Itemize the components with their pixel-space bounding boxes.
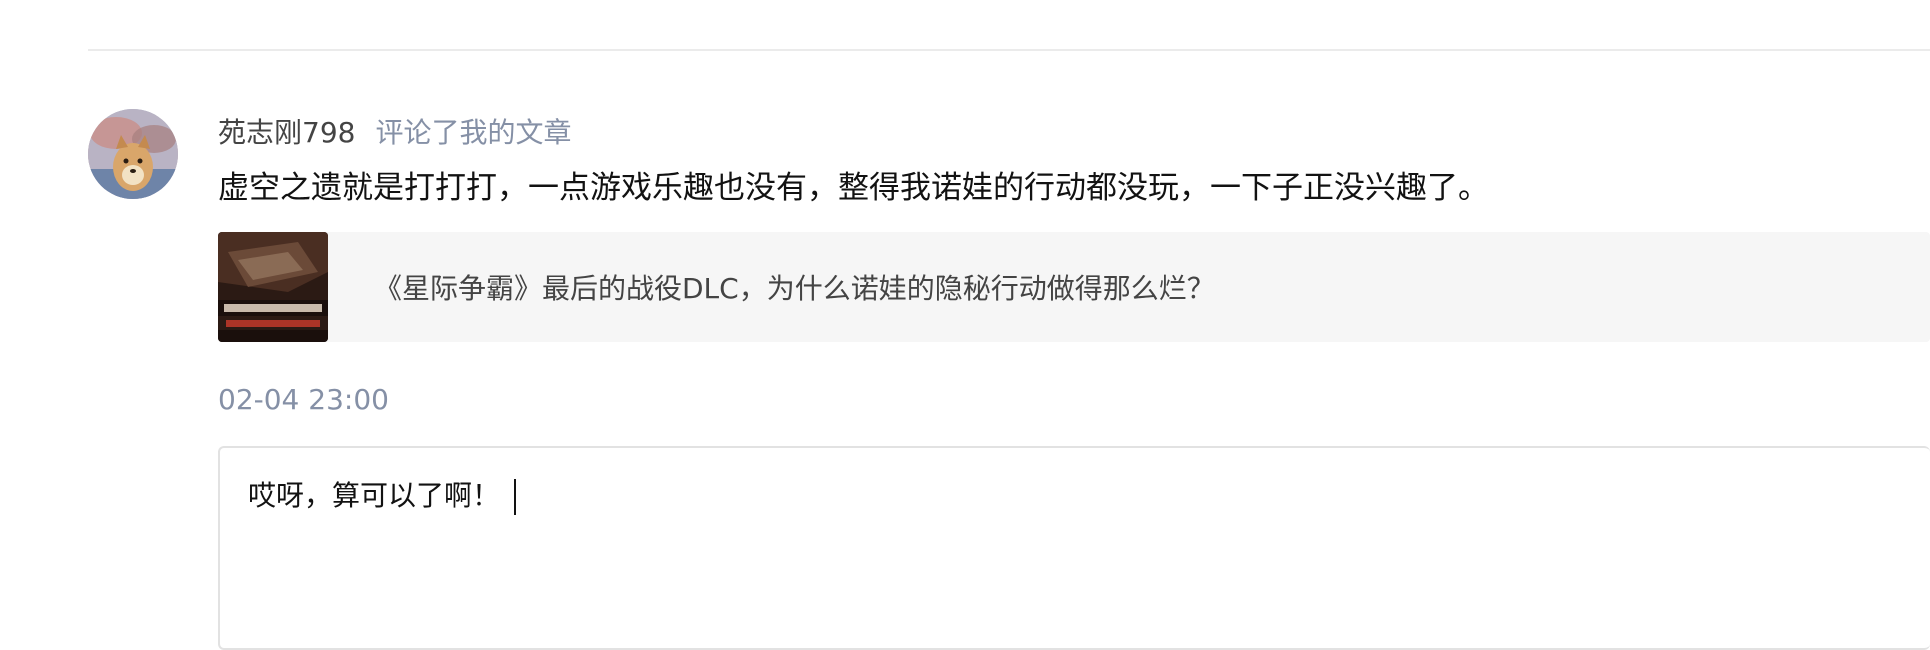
dog-avatar-icon [88,109,178,199]
comment-item: 苑志刚798 评论了我的文章 虚空之遗就是打打打，一点游戏乐趣也没有，整得我诺娃… [218,108,1930,650]
reply-input[interactable]: 哎呀，算可以了啊！ [218,446,1930,650]
comment-meta: 苑志刚798 评论了我的文章 [218,108,1930,154]
text-caret [514,479,517,515]
article-thumbnail-icon [218,232,328,342]
comment-body: 虚空之遗就是打打打，一点游戏乐趣也没有，整得我诺娃的行动都没玩，一下子正没兴趣了… [218,170,1489,206]
article-card[interactable]: 《星际争霸》最后的战役DLC，为什么诺娃的隐秘行动做得那么烂？ [218,232,1930,342]
comment-action-text: 评论了我的文章 [375,116,572,149]
top-divider [88,49,1930,51]
avatar[interactable] [88,109,178,199]
comment-timestamp: 02-04 23:00 [218,383,389,416]
username-link[interactable]: 苑志刚798 [218,111,355,151]
reply-input-text: 哎呀，算可以了啊！ [248,479,501,512]
reply-input-value: 哎呀，算可以了啊！ [248,474,517,515]
article-thumbnail [218,232,328,342]
article-title-link[interactable]: 《星际争霸》最后的战役DLC，为什么诺娃的隐秘行动做得那么烂？ [374,267,1215,307]
